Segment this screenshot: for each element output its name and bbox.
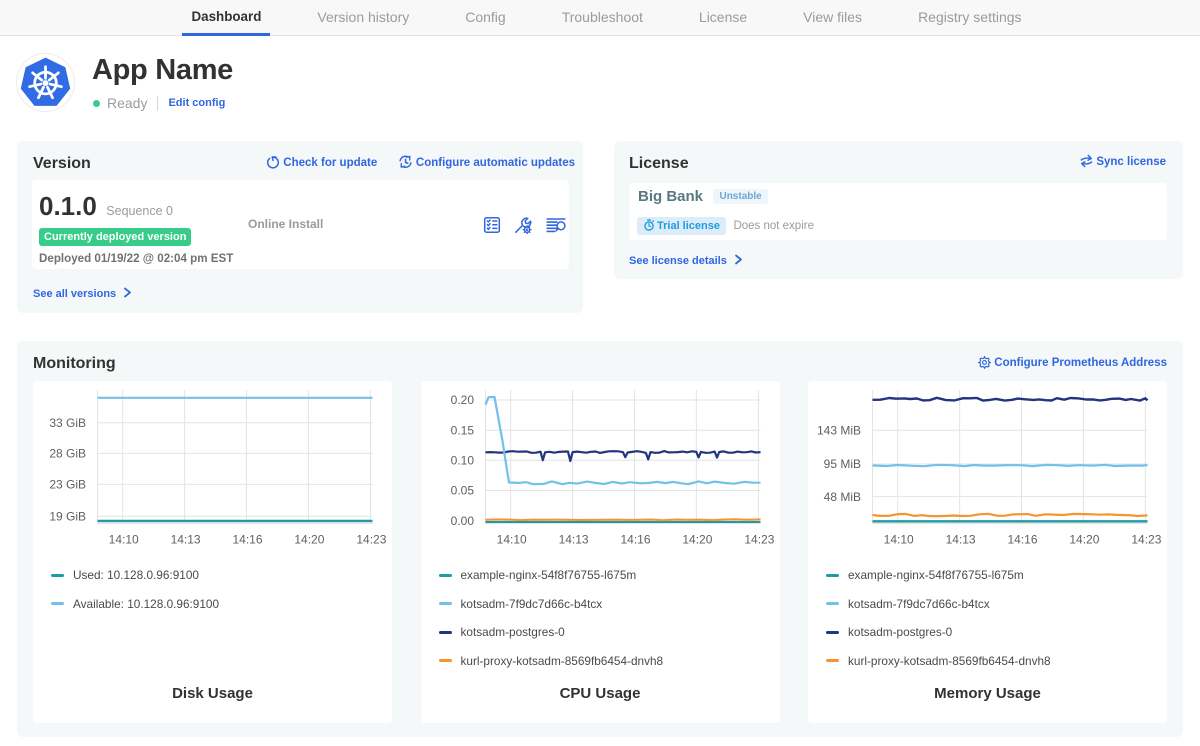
svg-text:14:10: 14:10 [109,533,139,547]
svg-text:0.10: 0.10 [450,454,474,468]
svg-text:33 GiB: 33 GiB [49,416,86,430]
svg-text:14:16: 14:16 [1007,533,1037,547]
svg-text:0.15: 0.15 [450,423,474,437]
svg-text:14:23: 14:23 [356,533,386,547]
svg-text:48 MiB: 48 MiB [824,490,861,504]
svg-text:14:23: 14:23 [744,533,774,547]
svg-text:0.20: 0.20 [450,393,474,407]
svg-text:19 GiB: 19 GiB [49,510,86,524]
svg-text:14:20: 14:20 [294,533,324,547]
svg-text:0.00: 0.00 [450,514,474,528]
svg-text:14:16: 14:16 [232,533,262,547]
svg-text:14:10: 14:10 [496,533,526,547]
svg-text:14:23: 14:23 [1131,533,1161,547]
svg-text:14:13: 14:13 [171,533,201,547]
svg-text:143 MiB: 143 MiB [817,424,861,438]
svg-text:14:16: 14:16 [620,533,650,547]
svg-text:28 GiB: 28 GiB [49,447,86,461]
svg-text:14:13: 14:13 [946,533,976,547]
svg-text:14:13: 14:13 [558,533,588,547]
svg-text:95 MiB: 95 MiB [824,457,861,471]
svg-text:23 GiB: 23 GiB [49,478,86,492]
svg-text:14:20: 14:20 [1069,533,1099,547]
svg-text:14:20: 14:20 [682,533,712,547]
svg-text:14:10: 14:10 [884,533,914,547]
svg-text:0.05: 0.05 [450,484,474,498]
